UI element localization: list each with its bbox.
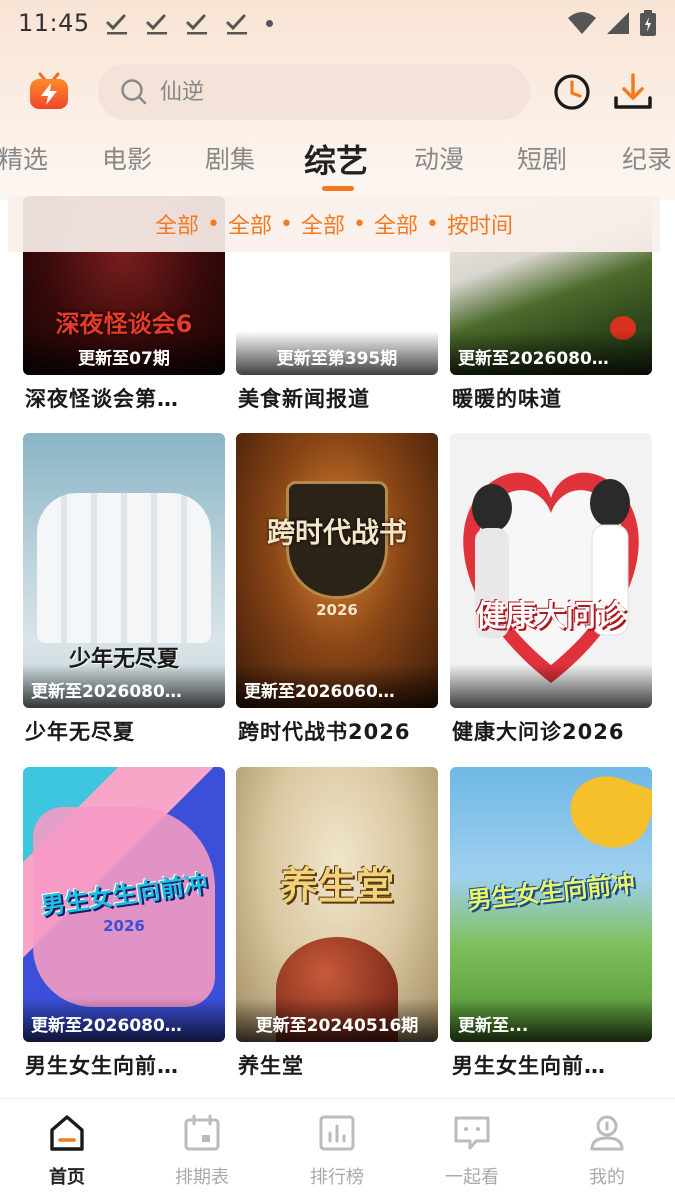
tab-featured[interactable]: 精选 bbox=[0, 140, 48, 176]
bottom-navigation: 首页 排期表 排行榜 一起看 我的 bbox=[0, 1098, 675, 1200]
battery-charging-icon bbox=[640, 10, 656, 36]
poster-group-art bbox=[37, 493, 211, 643]
status-time: 11:45 bbox=[18, 9, 90, 37]
nav-label: 排行榜 bbox=[310, 1167, 364, 1188]
filter-bar: 全部 • 全部 • 全部 • 全部 • 按时间 bbox=[8, 196, 660, 252]
nav-label: 我的 bbox=[589, 1167, 625, 1188]
card-title[interactable]: 美食新闻报道 bbox=[238, 383, 438, 413]
nav-label: 一起看 bbox=[445, 1167, 499, 1188]
card-title[interactable]: 男生女生向前… bbox=[25, 1050, 225, 1080]
more-notifications-dot bbox=[265, 19, 273, 27]
tab-documentary[interactable]: 纪录 bbox=[622, 140, 672, 176]
search-icon bbox=[121, 79, 147, 105]
filter-type[interactable]: 全部 bbox=[155, 208, 199, 240]
home-icon bbox=[50, 1115, 84, 1151]
update-badge: 更新至... bbox=[458, 1016, 529, 1036]
card-title[interactable]: 少年无尽夏 bbox=[25, 716, 225, 746]
poster[interactable]: 养生堂 更新至20240516期 bbox=[236, 767, 438, 1042]
cellular-signal-icon bbox=[607, 12, 629, 34]
filter-separator: • bbox=[207, 211, 220, 237]
card-title[interactable]: 暖暖的味道 bbox=[452, 383, 652, 413]
calendar-icon bbox=[184, 1114, 220, 1151]
history-clock-icon[interactable] bbox=[552, 72, 592, 112]
tab-short-drama[interactable]: 短剧 bbox=[517, 140, 567, 176]
notification-icons bbox=[104, 10, 273, 36]
poster[interactable]: 少年无尽夏 更新至2026080… bbox=[23, 433, 225, 708]
filter-separator: • bbox=[353, 211, 366, 237]
tab-anime[interactable]: 动漫 bbox=[414, 140, 464, 176]
poster-title-art: 健康大问诊 bbox=[476, 599, 626, 634]
video-card[interactable]: 跨时代战书 2026 更新至2026060… 跨时代战书2026 bbox=[236, 433, 438, 746]
tab-movies[interactable]: 电影 bbox=[102, 140, 152, 176]
card-title[interactable]: 跨时代战书2026 bbox=[238, 716, 438, 746]
category-tabs: 精选 电影 剧集 综艺 动漫 短剧 纪录 bbox=[0, 132, 675, 192]
download-icon[interactable] bbox=[612, 72, 654, 112]
video-card[interactable]: 男生女生向前冲 2026 更新至2026080… 男生女生向前… bbox=[23, 767, 225, 1080]
download-complete-icon bbox=[146, 14, 167, 35]
update-badge: 更新至2026080… bbox=[31, 1016, 182, 1036]
app-logo-icon[interactable] bbox=[28, 70, 70, 112]
download-complete-icon bbox=[186, 14, 207, 35]
poster-title-art: 养生堂 bbox=[279, 864, 394, 908]
status-right-icons bbox=[567, 9, 657, 37]
nav-home[interactable]: 首页 bbox=[12, 1113, 122, 1189]
video-card[interactable]: 少年无尽夏 更新至2026080… 少年无尽夏 bbox=[23, 433, 225, 746]
update-badge: 更新至2026060… bbox=[244, 682, 395, 702]
poster[interactable]: 健康大问诊 bbox=[450, 433, 652, 708]
update-badge: 更新至20240516期 bbox=[255, 1016, 419, 1036]
watch-together-icon bbox=[454, 1116, 490, 1150]
video-card[interactable]: 男生女生向前冲 更新至... 男生女生向前… bbox=[450, 767, 652, 1080]
search-input[interactable] bbox=[160, 79, 480, 105]
filter-year[interactable]: 全部 bbox=[301, 208, 345, 240]
video-card[interactable]: 养生堂 更新至20240516期 养生堂 bbox=[236, 767, 438, 1080]
nav-watch-together[interactable]: 一起看 bbox=[417, 1113, 527, 1189]
poster-title-art: 跨时代战书 bbox=[266, 516, 407, 549]
card-title[interactable]: 深夜怪谈会第… bbox=[25, 383, 225, 413]
nav-ranking[interactable]: 排行榜 bbox=[282, 1113, 392, 1189]
card-title[interactable]: 健康大问诊2026 bbox=[452, 716, 652, 746]
video-card[interactable]: 健康大问诊 健康大问诊2026 bbox=[450, 433, 652, 746]
update-badge: 更新至2026080… bbox=[458, 349, 609, 369]
nav-schedule[interactable]: 排期表 bbox=[147, 1113, 257, 1189]
card-title[interactable]: 养生堂 bbox=[238, 1050, 438, 1080]
status-bar: 11:45 bbox=[0, 0, 675, 46]
download-complete-icon bbox=[226, 14, 247, 35]
ranking-icon bbox=[319, 1115, 355, 1151]
filter-region[interactable]: 全部 bbox=[228, 208, 272, 240]
poster-year-art: 2026 bbox=[103, 917, 145, 935]
update-badge: 更新至07期 bbox=[78, 349, 170, 369]
poster-year-art: 2026 bbox=[316, 601, 358, 619]
update-badge: 更新至第395期 bbox=[276, 349, 398, 369]
search-row bbox=[0, 62, 675, 122]
nav-label: 排期表 bbox=[175, 1167, 229, 1188]
poster[interactable]: 男生女生向前冲 2026 更新至2026080… bbox=[23, 767, 225, 1042]
content-grid: 深夜怪谈会6 更新至07期 深夜怪谈会第… 更新至第395期 美食新闻报道 更新… bbox=[0, 196, 675, 1098]
poster[interactable]: 男生女生向前冲 更新至... bbox=[450, 767, 652, 1042]
tab-variety[interactable]: 综艺 bbox=[304, 136, 368, 182]
filter-sort[interactable]: 按时间 bbox=[447, 208, 513, 240]
filter-language[interactable]: 全部 bbox=[374, 208, 418, 240]
nav-profile[interactable]: 我的 bbox=[552, 1113, 662, 1189]
badge-gradient bbox=[450, 664, 652, 708]
update-badge: 更新至2026080… bbox=[31, 682, 182, 702]
nav-label: 首页 bbox=[49, 1167, 85, 1188]
download-complete-icon bbox=[106, 14, 127, 35]
active-tab-indicator bbox=[322, 186, 354, 191]
search-bar[interactable] bbox=[98, 64, 530, 120]
poster[interactable]: 跨时代战书 2026 更新至2026060… bbox=[236, 433, 438, 708]
filter-separator: • bbox=[280, 211, 293, 237]
filter-separator: • bbox=[426, 211, 439, 237]
profile-icon bbox=[590, 1115, 624, 1151]
wifi-icon bbox=[568, 12, 596, 34]
tab-series[interactable]: 剧集 bbox=[205, 140, 255, 176]
card-title[interactable]: 男生女生向前… bbox=[452, 1050, 652, 1080]
